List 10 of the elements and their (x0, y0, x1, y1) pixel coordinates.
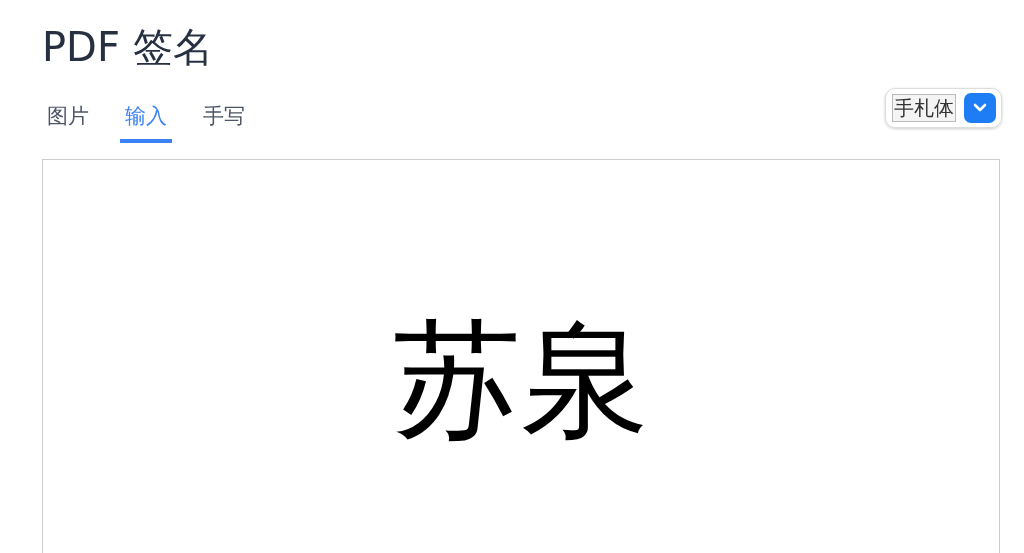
chevron-down-icon (973, 103, 987, 113)
signature-pad[interactable]: 苏泉 (42, 159, 1000, 553)
tab[interactable]: 输入 (120, 94, 172, 143)
tab[interactable]: 图片 (42, 94, 94, 143)
page-title: PDF 签名 (42, 23, 214, 72)
font-value: 手札体 (892, 94, 956, 122)
tab[interactable]: 手写 (198, 94, 250, 143)
dropdown-button[interactable] (964, 93, 996, 123)
font-select[interactable]: 手札体 (885, 88, 1002, 128)
signature-text: 苏泉 (393, 310, 649, 456)
